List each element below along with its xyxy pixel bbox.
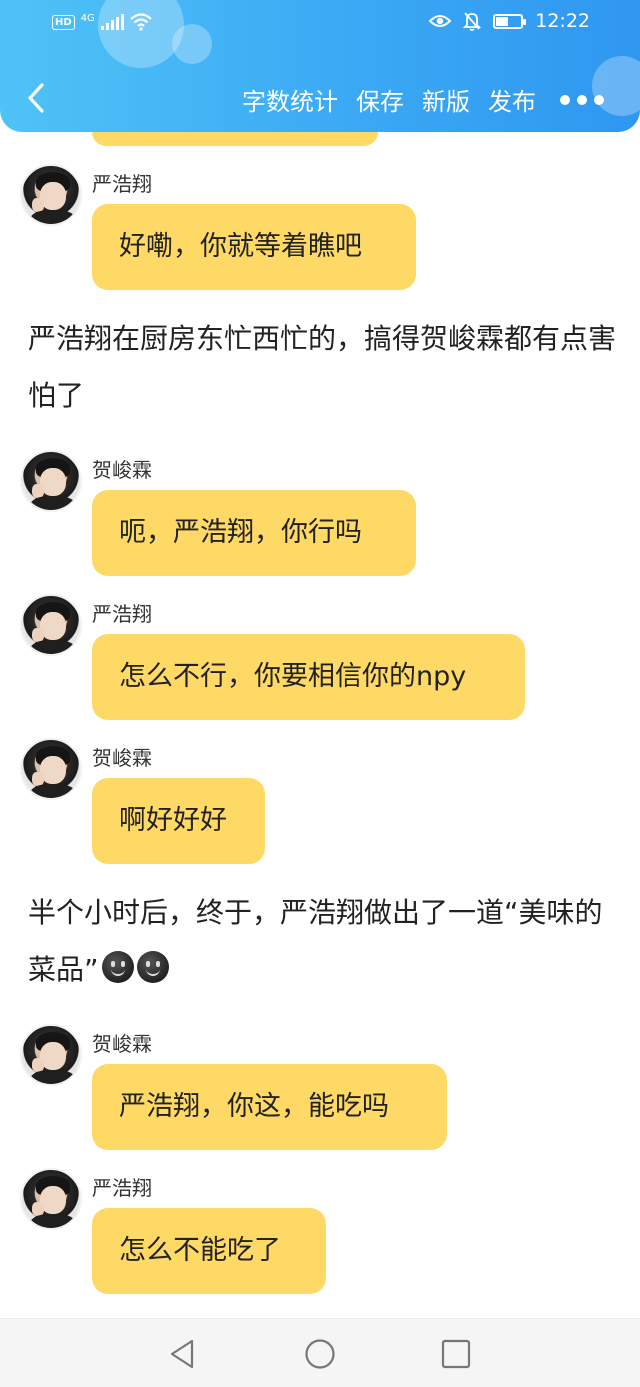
avatar[interactable]	[20, 164, 82, 226]
bell-muted-icon	[463, 12, 482, 31]
avatar[interactable]	[20, 594, 82, 656]
circle-home-icon	[305, 1339, 335, 1369]
more-options-icon[interactable]	[560, 94, 604, 105]
sender-name: 严浩翔	[92, 172, 152, 196]
sender-name: 严浩翔	[92, 1176, 152, 1200]
message-bubble[interactable]: 啊好好好	[92, 778, 265, 864]
sender-name: 严浩翔	[92, 602, 152, 626]
narration-text: 严浩翔在厨房东忙西忙的，搞得贺峻霖都有点害怕了	[28, 322, 617, 412]
sender-name: 贺峻霖	[92, 1032, 152, 1056]
eye-icon	[429, 15, 452, 27]
battery-icon	[493, 13, 527, 29]
status-bar: HD 4G 12:22	[0, 0, 640, 48]
message-bubble[interactable]: 怎么不能吃了	[92, 1208, 326, 1294]
triangle-back-icon	[170, 1339, 194, 1369]
sender-name: 贺峻霖	[92, 458, 152, 482]
home-nav-button[interactable]	[303, 1337, 337, 1371]
wifi-icon	[130, 13, 152, 31]
smiling-face-icon	[101, 951, 134, 983]
signal-icon	[100, 14, 124, 30]
toolbar: 字数统计 保存 新版 发布	[0, 72, 640, 124]
avatar[interactable]	[20, 1024, 82, 1086]
hd-badge: HD	[52, 14, 75, 30]
publish-button[interactable]: 发布	[488, 82, 536, 117]
square-recents-icon	[441, 1339, 471, 1369]
system-navigation-bar	[0, 1318, 640, 1387]
narration-text: 半个小时后，终于，严浩翔做出了一道“美味的菜品”	[28, 884, 618, 998]
clock: 12:22	[535, 10, 590, 32]
recents-nav-button[interactable]	[439, 1337, 473, 1371]
message-bubble[interactable]: 怎么不行，你要相信你的npy	[92, 634, 525, 720]
avatar[interactable]	[20, 1168, 82, 1230]
network-type: 4G	[80, 12, 95, 24]
message-bubble[interactable]: 好嘞，你就等着瞧吧	[92, 204, 416, 290]
app-header: HD 4G 12:22 字数统计 保存 新版 发布	[0, 0, 640, 132]
chevron-left-icon	[28, 83, 44, 113]
save-button[interactable]: 保存	[356, 82, 404, 117]
avatar[interactable]	[20, 738, 82, 800]
avatar[interactable]	[20, 450, 82, 512]
back-nav-button[interactable]	[166, 1337, 200, 1371]
new-version-button[interactable]: 新版	[422, 82, 470, 117]
chat-content: 严浩翔 好嘞，你就等着瞧吧 严浩翔在厨房东忙西忙的，搞得贺峻霖都有点害怕了 贺峻…	[0, 0, 640, 1318]
word-count-button[interactable]: 字数统计	[242, 82, 338, 117]
smiling-face-icon	[136, 951, 169, 983]
back-button[interactable]	[22, 80, 52, 116]
sender-name: 贺峻霖	[92, 746, 152, 770]
message-bubble[interactable]: 呃，严浩翔，你行吗	[92, 490, 416, 576]
message-bubble[interactable]: 严浩翔，你这，能吃吗	[92, 1064, 447, 1150]
